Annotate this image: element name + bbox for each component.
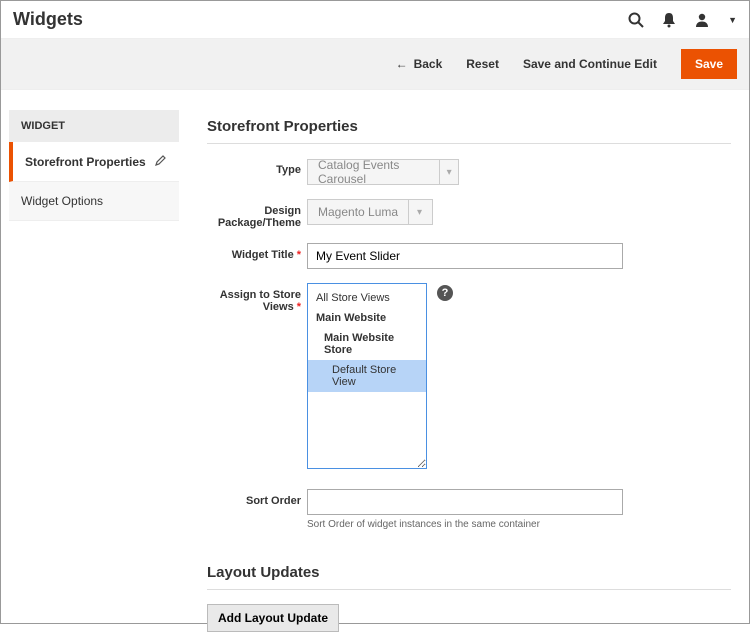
page-title: Widgets <box>13 9 628 30</box>
back-button[interactable]: ← Back <box>396 57 443 71</box>
sidebar-heading: WIDGET <box>9 110 179 142</box>
account-dropdown-caret-icon[interactable]: ▼ <box>728 15 737 25</box>
page-header: Widgets ▼ <box>1 1 749 38</box>
action-toolbar: ← Back Reset Save and Continue Edit Save <box>1 38 749 90</box>
header-actions: ▼ <box>628 12 737 28</box>
field-row-sort-order: Sort Order Sort Order of widget instance… <box>207 489 731 530</box>
sidebar-item-storefront-properties[interactable]: Storefront Properties <box>9 142 179 182</box>
account-icon[interactable] <box>694 12 710 28</box>
sort-order-label: Sort Order <box>207 489 307 530</box>
sidebar-item-label: Storefront Properties <box>25 155 146 169</box>
storefront-properties-title: Storefront Properties <box>207 110 731 144</box>
widget-title-input[interactable] <box>307 243 623 269</box>
save-continue-button[interactable]: Save and Continue Edit <box>523 57 657 71</box>
content-columns: WIDGET Storefront Properties Widget Opti… <box>1 110 749 642</box>
theme-value: Magento Luma <box>308 205 408 219</box>
add-layout-update-button[interactable]: Add Layout Update <box>207 604 339 632</box>
save-button[interactable]: Save <box>681 49 737 79</box>
sort-order-input[interactable] <box>307 489 623 515</box>
field-row-type: Type Catalog Events Carousel ▾ <box>207 158 731 185</box>
main-panel: Storefront Properties Type Catalog Event… <box>179 110 741 642</box>
sidebar-item-widget-options[interactable]: Widget Options <box>9 182 179 221</box>
notifications-icon[interactable] <box>662 12 676 28</box>
widget-title-label: Widget Title* <box>207 243 307 269</box>
store-option-main-store[interactable]: Main Website Store <box>308 328 426 360</box>
widget-tabs-sidebar: WIDGET Storefront Properties Widget Opti… <box>9 110 179 642</box>
sort-order-hint: Sort Order of widget instances in the sa… <box>307 519 731 530</box>
theme-label: Design Package/Theme <box>207 199 307 229</box>
search-icon[interactable] <box>628 12 644 28</box>
field-row-widget-title: Widget Title* <box>207 243 731 269</box>
theme-select: Magento Luma ▾ <box>307 199 433 225</box>
back-label: Back <box>414 57 443 71</box>
edit-icon <box>155 154 167 169</box>
store-option-all[interactable]: All Store Views <box>308 288 426 308</box>
assign-label: Assign to Store Views* <box>207 283 307 469</box>
store-option-main-website[interactable]: Main Website <box>308 308 426 328</box>
layout-updates-title: Layout Updates <box>207 556 731 590</box>
back-arrow-icon: ← <box>396 57 408 71</box>
type-label: Type <box>207 158 307 185</box>
field-row-assign-store-views: Assign to Store Views* All Store Views M… <box>207 283 731 469</box>
chevron-down-icon: ▾ <box>439 160 458 184</box>
store-views-multiselect[interactable]: All Store Views Main Website Main Websit… <box>307 283 427 469</box>
reset-button[interactable]: Reset <box>466 57 499 71</box>
sidebar-item-label: Widget Options <box>21 194 103 208</box>
type-value: Catalog Events Carousel <box>308 158 439 186</box>
chevron-down-icon: ▾ <box>408 200 430 224</box>
field-row-theme: Design Package/Theme Magento Luma ▾ <box>207 199 731 229</box>
store-option-default-view[interactable]: Default Store View <box>308 360 426 392</box>
type-select: Catalog Events Carousel ▾ <box>307 159 459 185</box>
help-icon[interactable]: ? <box>437 285 453 301</box>
